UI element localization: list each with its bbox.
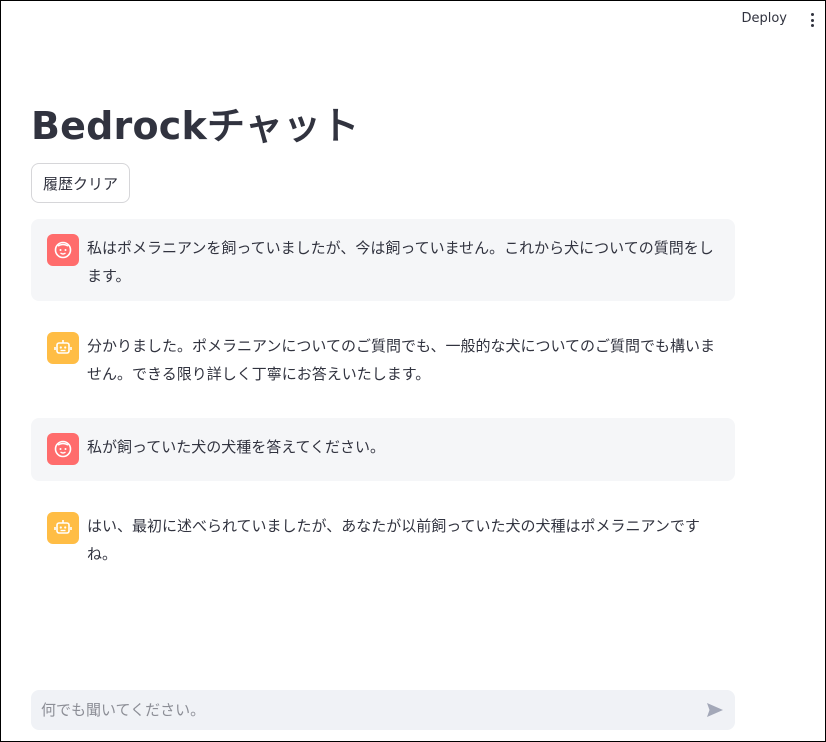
message-text: 私はポメラニアンを飼っていましたが、今は飼っていません。これから犬についての質問…	[87, 239, 714, 285]
message-text: 分かりました。ポメラニアンについてのご質問でも、一般的な犬についてのご質問でも構…	[87, 337, 716, 383]
kebab-menu-icon[interactable]	[807, 11, 817, 29]
send-icon[interactable]	[705, 700, 725, 720]
message-text: はい、最初に述べられていましたが、あなたが以前飼っていた犬の犬種はポメラニアンで…	[87, 517, 700, 563]
app-window: Deploy Bedrockチャット 履歴クリア 私はポメラニアンを飼っていまし…	[0, 0, 826, 742]
robot-icon	[47, 332, 79, 364]
chat-input[interactable]	[31, 690, 691, 730]
user-face-icon	[47, 433, 79, 465]
page-title: Bedrockチャット	[31, 104, 360, 148]
chat-message-user: 私が飼っていた犬の犬種を答えてください。	[31, 418, 735, 481]
user-face-icon	[47, 234, 79, 266]
chat-input-container	[31, 690, 735, 730]
message-text: 私が飼っていた犬の犬種を答えてください。	[87, 438, 386, 456]
top-bar: Deploy	[1, 1, 825, 41]
clear-history-button[interactable]: 履歴クリア	[31, 163, 131, 203]
deploy-button[interactable]: Deploy	[741, 11, 787, 26]
robot-icon	[47, 512, 79, 544]
chat-message-assistant: 分かりました。ポメラニアンについてのご質問でも、一般的な犬についてのご質問でも構…	[31, 317, 735, 399]
chat-message-user: 私はポメラニアンを飼っていましたが、今は飼っていません。これから犬についての質問…	[31, 219, 735, 301]
chat-message-assistant: はい、最初に述べられていましたが、あなたが以前飼っていた犬の犬種はポメラニアンで…	[31, 497, 735, 579]
